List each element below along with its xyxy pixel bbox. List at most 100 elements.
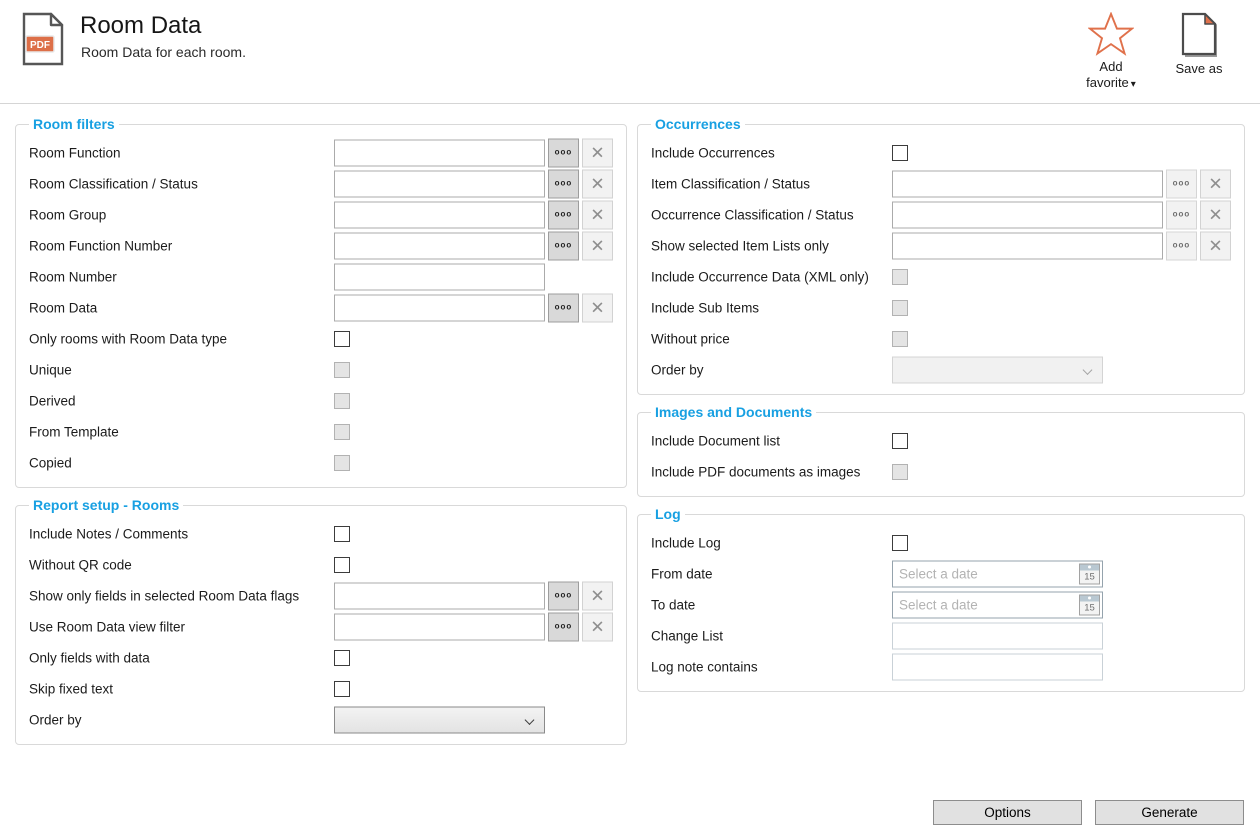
show-only-fields-flags-clear-button[interactable]: ✕ [582, 581, 613, 610]
skip-fixed-text-label: Skip fixed text [29, 681, 113, 696]
save-as-button[interactable]: Save as [1164, 12, 1234, 77]
item-classification-row: Item Classification / Status ooo ✕ [650, 168, 1236, 199]
group-occurrences-title: Occurrences [651, 116, 745, 132]
to-date-picker[interactable]: Select a date 15 [892, 591, 1103, 618]
skip-fixed-text-checkbox[interactable] [334, 681, 350, 697]
show-only-fields-flags-row: Show only fields in selected Room Data f… [28, 580, 618, 611]
use-room-data-view-filter-input[interactable] [334, 613, 545, 640]
rooms-order-by-select[interactable] [334, 706, 545, 733]
use-room-data-view-filter-lookup-button[interactable]: ooo [548, 612, 579, 641]
room-data-clear-button[interactable]: ✕ [582, 293, 613, 322]
generate-button[interactable]: Generate [1095, 800, 1244, 825]
occurrence-classification-input[interactable] [892, 201, 1163, 228]
show-only-fields-flags-input[interactable] [334, 582, 545, 609]
use-room-data-view-filter-label: Use Room Data view filter [29, 619, 185, 634]
room-data-label: Room Data [29, 300, 97, 315]
use-room-data-view-filter-clear-button[interactable]: ✕ [582, 612, 613, 641]
only-fields-with-data-checkbox[interactable] [334, 650, 350, 666]
group-log: Log Include Log From date Select a date … [637, 506, 1245, 692]
ellipsis-icon: ooo [1173, 180, 1191, 188]
clear-icon: ✕ [1208, 237, 1222, 254]
include-document-list-checkbox[interactable] [892, 433, 908, 449]
room-group-clear-button[interactable]: ✕ [582, 200, 613, 229]
from-template-row: From Template [28, 416, 618, 447]
calendar-icon-header [1080, 564, 1099, 570]
room-function-lookup-button[interactable]: ooo [548, 138, 579, 167]
clear-icon: ✕ [590, 618, 604, 635]
show-selected-item-lists-input[interactable] [892, 232, 1163, 259]
group-occurrences: Occurrences Include Occurrences Item Cla… [637, 116, 1245, 395]
group-report-setup-rooms-title: Report setup - Rooms [29, 497, 183, 513]
group-report-setup-rooms: Report setup - Rooms Include Notes / Com… [15, 497, 627, 745]
calendar-icon[interactable]: 15 [1079, 563, 1100, 584]
room-classification-lookup-button[interactable]: ooo [548, 169, 579, 198]
room-function-number-input[interactable] [334, 232, 545, 259]
room-data-input[interactable] [334, 294, 545, 321]
room-data-lookup-button[interactable]: ooo [548, 293, 579, 322]
room-group-row: Room Group ooo ✕ [28, 199, 618, 230]
item-classification-input[interactable] [892, 170, 1163, 197]
log-note-contains-row: Log note contains [650, 651, 1236, 682]
room-function-number-lookup-button[interactable]: ooo [548, 231, 579, 260]
show-selected-item-lists-lookup-button: ooo [1166, 231, 1197, 260]
include-log-checkbox[interactable] [892, 535, 908, 551]
copied-row: Copied [28, 447, 618, 478]
occurrences-order-by-select [892, 356, 1103, 383]
from-date-row: From date Select a date 15 [650, 558, 1236, 589]
include-occurrences-label: Include Occurrences [651, 145, 775, 160]
to-date-placeholder: Select a date [893, 597, 1079, 612]
only-rooms-with-room-data-type-checkbox[interactable] [334, 331, 350, 347]
include-sub-items-row: Include Sub Items [650, 292, 1236, 323]
room-function-clear-button[interactable]: ✕ [582, 138, 613, 167]
room-function-row: Room Function ooo ✕ [28, 137, 618, 168]
options-button[interactable]: Options [933, 800, 1082, 825]
include-notes-row: Include Notes / Comments [28, 518, 618, 549]
room-number-input[interactable] [334, 263, 545, 290]
add-favorite-button[interactable]: Add favorite▾ [1076, 12, 1146, 93]
room-group-lookup-button[interactable]: ooo [548, 200, 579, 229]
log-note-contains-label: Log note contains [651, 659, 758, 674]
calendar-icon-header [1080, 595, 1099, 601]
calendar-icon-day: 15 [1080, 570, 1099, 583]
chevron-down-icon [1083, 365, 1093, 375]
item-classification-label: Item Classification / Status [651, 176, 810, 191]
clear-icon: ✕ [1208, 175, 1222, 192]
occurrence-classification-row: Occurrence Classification / Status ooo ✕ [650, 199, 1236, 230]
clear-icon: ✕ [590, 206, 604, 223]
clear-icon: ✕ [590, 175, 604, 192]
room-function-input[interactable] [334, 139, 545, 166]
without-price-row: Without price [650, 323, 1236, 354]
room-group-input[interactable] [334, 201, 545, 228]
group-room-filters: Room filters Room Function ooo ✕ Room Cl… [15, 116, 627, 488]
rooms-order-by-label: Order by [29, 712, 82, 727]
from-date-picker[interactable]: Select a date 15 [892, 560, 1103, 587]
occurrences-order-by-row: Order by [650, 354, 1236, 385]
clear-icon: ✕ [1208, 206, 1222, 223]
change-list-input[interactable] [892, 622, 1103, 649]
include-notes-checkbox[interactable] [334, 526, 350, 542]
occurrence-classification-lookup-button: ooo [1166, 200, 1197, 229]
star-icon [1088, 12, 1134, 56]
item-classification-lookup-button: ooo [1166, 169, 1197, 198]
copied-checkbox [334, 455, 350, 471]
include-document-list-label: Include Document list [651, 433, 780, 448]
room-classification-clear-button[interactable]: ✕ [582, 169, 613, 198]
ellipsis-icon: ooo [555, 304, 573, 312]
room-function-number-clear-button[interactable]: ✕ [582, 231, 613, 260]
skip-fixed-text-row: Skip fixed text [28, 673, 618, 704]
from-template-label: From Template [29, 424, 119, 439]
include-occurrences-checkbox[interactable] [892, 145, 908, 161]
group-room-filters-title: Room filters [29, 116, 119, 132]
derived-checkbox [334, 393, 350, 409]
without-qr-code-checkbox[interactable] [334, 557, 350, 573]
occurrence-classification-clear-button: ✕ [1200, 200, 1231, 229]
calendar-icon[interactable]: 15 [1079, 594, 1100, 615]
page-title: Room Data [80, 12, 201, 40]
include-sub-items-checkbox [892, 300, 908, 316]
show-only-fields-flags-lookup-button[interactable]: ooo [548, 581, 579, 610]
room-classification-input[interactable] [334, 170, 545, 197]
log-note-contains-input[interactable] [892, 653, 1103, 680]
include-pdf-as-images-checkbox [892, 464, 908, 480]
include-log-row: Include Log [650, 527, 1236, 558]
unique-checkbox [334, 362, 350, 378]
